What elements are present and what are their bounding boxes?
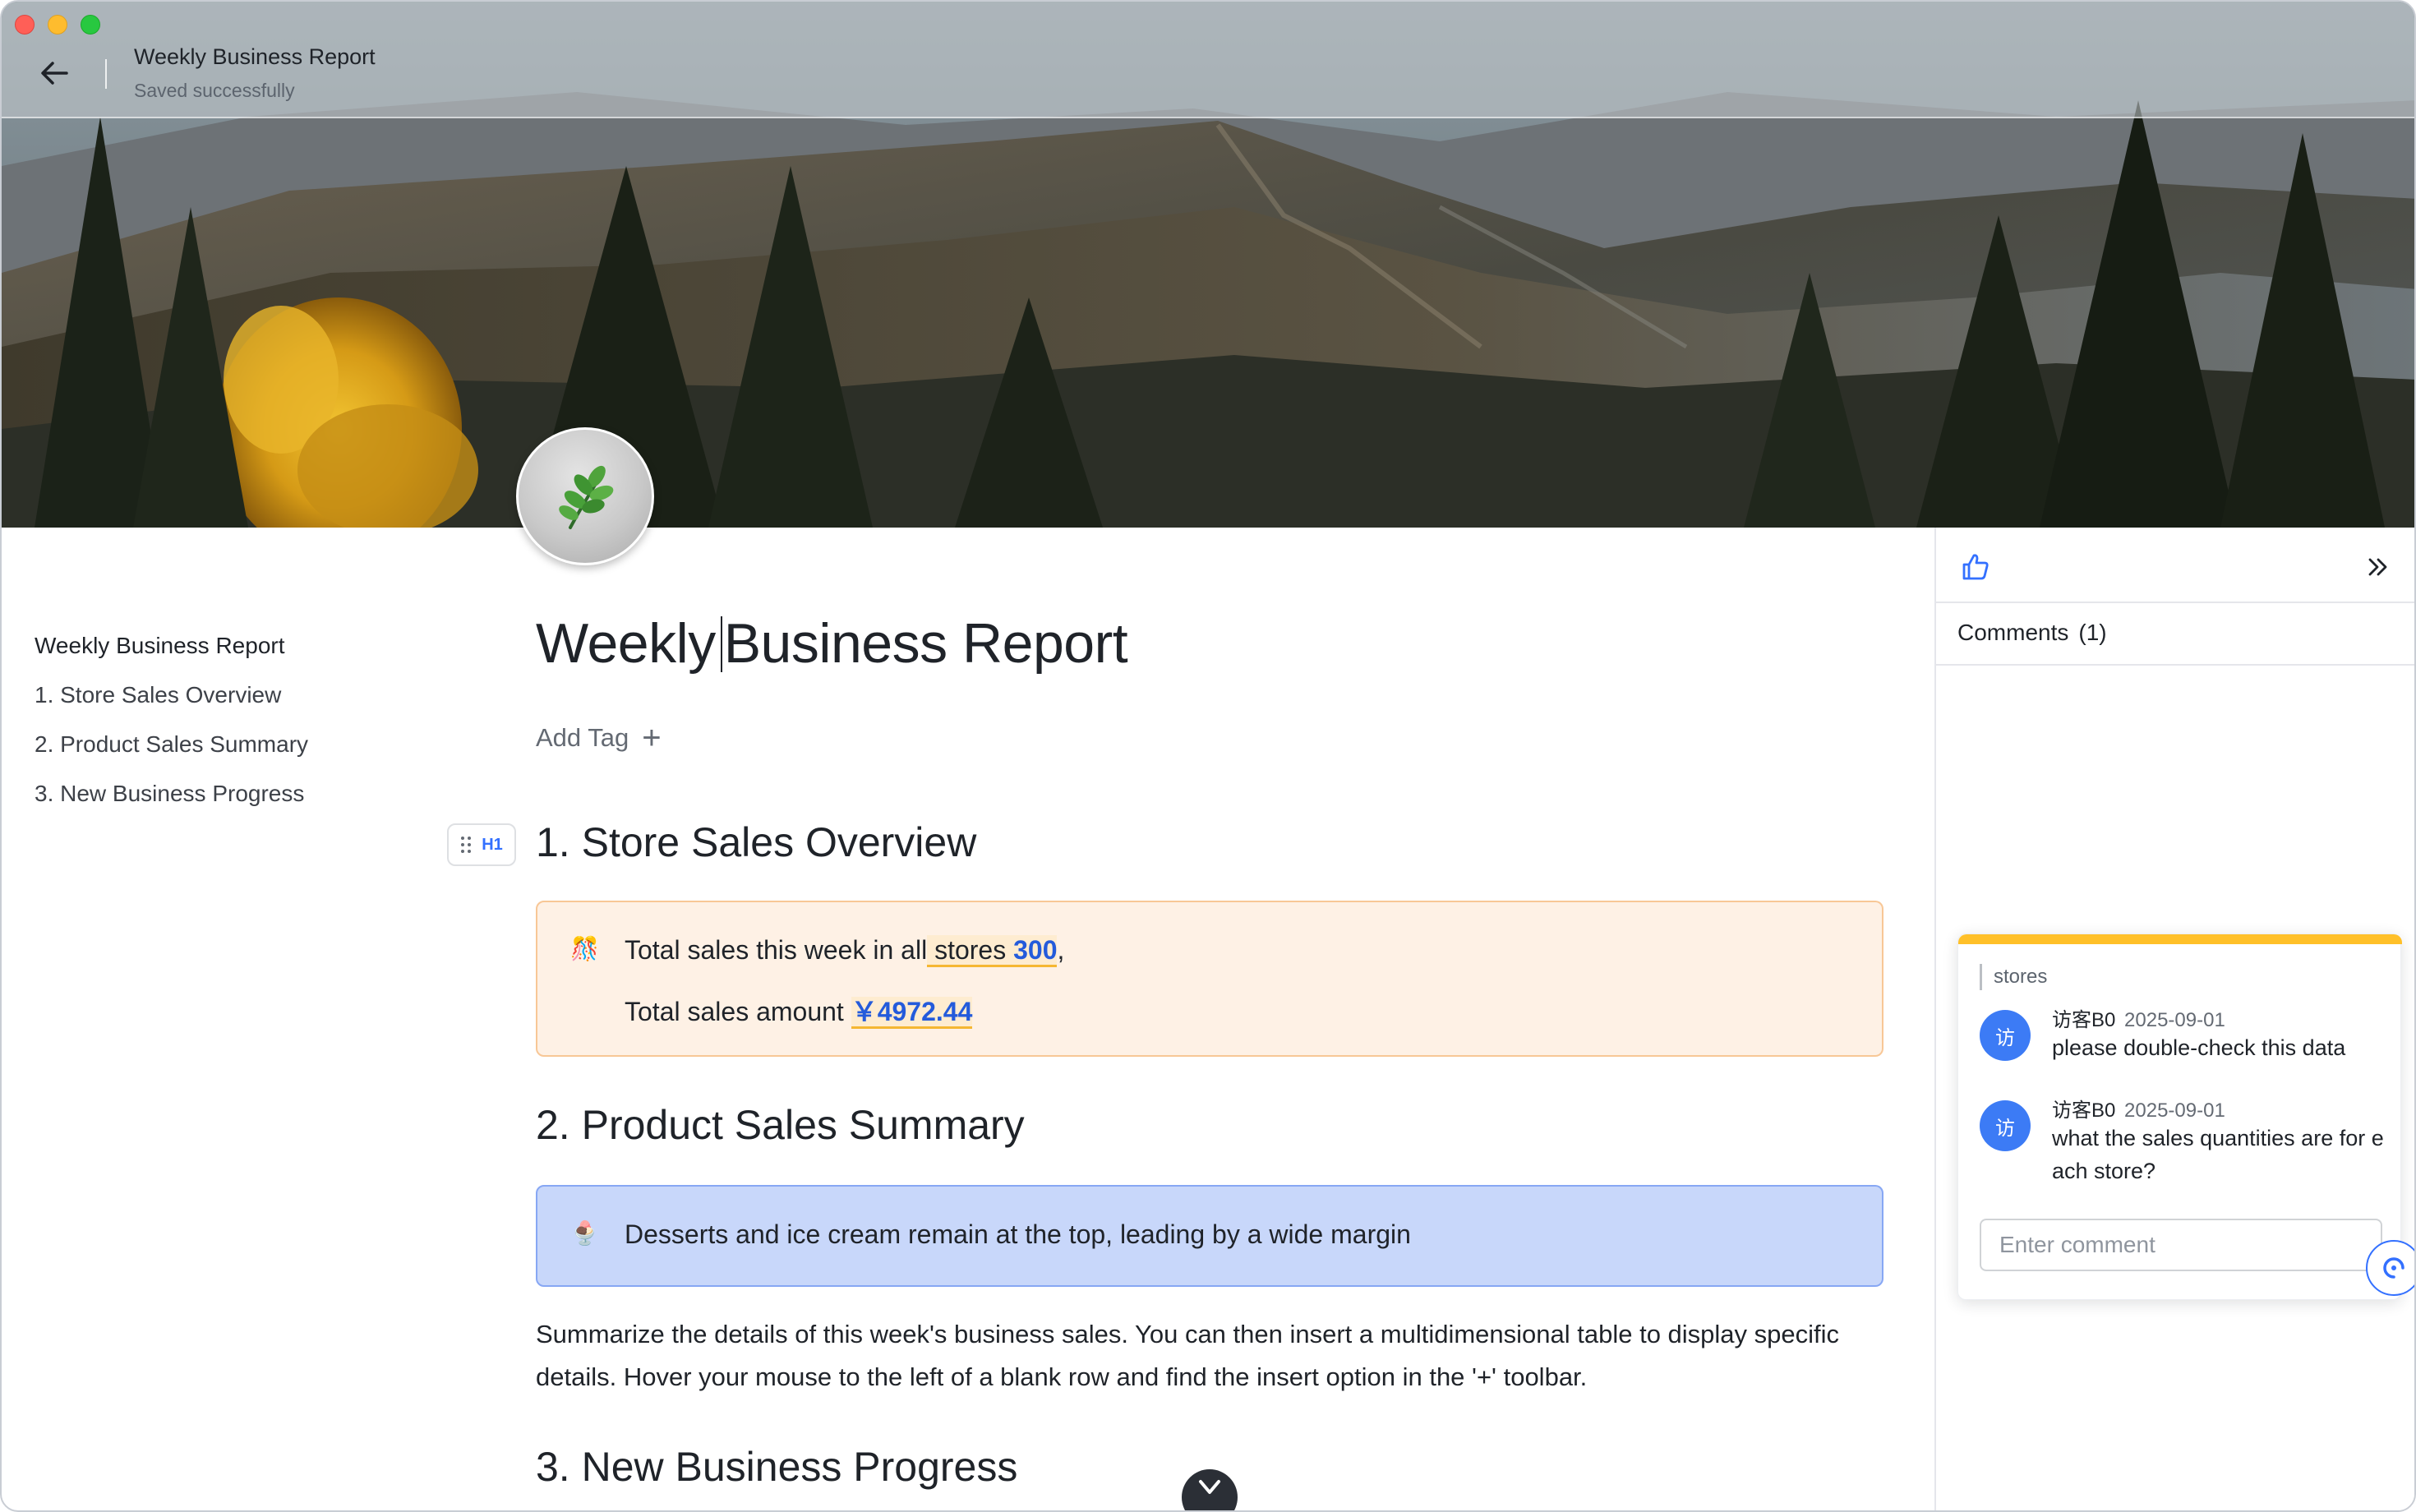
block-handle[interactable]: H1 [447,823,516,866]
drag-handle-icon [461,837,472,853]
dessert-emoji-icon: 🍨 [570,1220,599,1246]
title-separator [105,59,107,89]
document-outline: Weekly Business Report 1. Store Sales Ov… [35,628,308,825]
panel-divider [1936,602,2414,603]
comment-meta: 访客B0 2025-09-01 [2052,1094,2225,1122]
assistant-icon [2383,1257,2404,1279]
comments-panel: Comments (1) stores 访 访客B0 2025-09-01 ple… [1934,528,2414,1510]
save-status: Saved successfully [134,80,295,101]
comment-quote: stores [1980,964,2047,990]
comment-item: 访 访客B0 2025-09-01 please double-check th… [1980,1003,2391,1094]
document-icon[interactable] [516,427,654,565]
chevron-down-icon [1199,1480,1220,1494]
like-button[interactable] [1956,547,1995,587]
heading-store-sales[interactable]: 1. Store Sales Overview [536,818,976,866]
add-tag-button[interactable]: Add Tag + [536,720,662,756]
document-title[interactable]: Weekly Business Report [536,611,1128,675]
callout-store-sales[interactable]: 🎊 Total sales this week in all stores 30… [536,901,1883,1057]
add-tag-label: Add Tag [536,723,629,752]
outline-item-title[interactable]: Weekly Business Report [35,628,308,677]
comment-card-accent [1958,934,2402,944]
assistant-float-button[interactable] [2366,1240,2414,1296]
outline-item-store-sales[interactable]: 1. Store Sales Overview [35,677,308,726]
herb-icon [559,465,614,529]
avatar[interactable]: 访 [1980,1100,2031,1151]
comment-date: 2025-09-01 [2124,1099,2225,1122]
collapse-panel-button[interactable] [2362,551,2395,583]
comma-text: , [1057,935,1065,965]
scroll-down-button[interactable] [1182,1469,1238,1510]
comment-item: 访 访客B0 2025-09-01 what the sales quantit… [1980,1094,2391,1209]
comments-count: (1) [2078,620,2107,645]
outline-item-product-sales[interactable]: 2. Product Sales Summary [35,726,308,776]
sales-amount-value[interactable]: ￥4972.44 [851,997,973,1029]
panel-divider [1936,664,2414,666]
heading-new-business[interactable]: 3. New Business Progress [536,1443,1017,1491]
window-doc-title: Weekly Business Report [134,44,376,69]
heading-product-sales[interactable]: 2. Product Sales Summary [536,1101,1025,1149]
plus-icon: + [642,720,662,756]
thumbs-up-icon [1962,554,1989,580]
outline-item-new-business[interactable]: 3. New Business Progress [35,776,308,825]
minimize-window-button[interactable] [48,15,67,35]
maximize-window-button[interactable] [81,15,100,35]
comment-author: 访客B0 [2052,1099,2116,1122]
stores-text: stores [927,935,1014,965]
summary-paragraph[interactable]: Summarize the details of this week's bus… [536,1313,1883,1399]
title-part-2: Business Report [723,612,1128,675]
avatar[interactable]: 访 [1980,1010,2031,1061]
arrow-left-icon [41,62,68,85]
callout-line-sales-amount: Total sales amount ￥4972.44 [625,991,973,1029]
gift-emoji-icon: 🎊 [570,936,599,961]
double-chevron-right-icon [2368,558,2387,576]
comment-text: what the sales quantities are for each s… [2052,1126,2384,1183]
comment-thread-card[interactable]: stores 访 访客B0 2025-09-01 please double-c… [1957,933,2414,1300]
comment-author: 访客B0 [2052,1009,2116,1031]
title-bar: Weekly Business Report Saved successfull… [2,2,2414,118]
text-caret [720,616,722,672]
sales-amount-label: Total sales amount [625,997,844,1026]
back-button[interactable] [31,53,77,94]
comment-text: please double-check this data [2052,1035,2346,1060]
comments-header: Comments (1) [1957,620,2107,646]
comment-meta: 访客B0 2025-09-01 [2052,1003,2225,1032]
commented-text-stores[interactable]: stores 300 [927,935,1058,967]
comments-label: Comments [1957,620,2069,645]
title-part-1: Weekly [536,612,716,675]
total-sales-label: Total sales this week in all [625,935,928,965]
heading-type-label: H1 [482,835,503,854]
callout-line-total-sales: Total sales this week in all stores 300, [625,935,1065,967]
callout-product-sales[interactable]: 🍨 Desserts and ice cream remain at the t… [536,1185,1883,1287]
close-window-button[interactable] [15,15,35,35]
callout-product-text: Desserts and ice cream remain at the top… [625,1219,1411,1249]
app-window: Weekly Business Report Saved successfull… [0,0,2416,1512]
comment-input[interactable] [1980,1219,2382,1271]
comment-date: 2025-09-01 [2124,1009,2225,1031]
total-sales-value: 300 [1013,935,1058,965]
